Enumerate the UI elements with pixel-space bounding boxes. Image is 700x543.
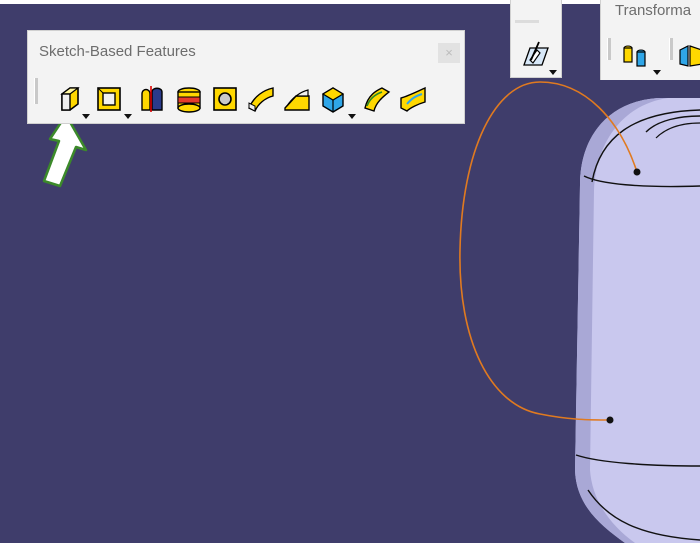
pocket-icon[interactable] xyxy=(94,84,124,114)
toolbar-separator xyxy=(669,38,673,60)
translation-dropdown-icon[interactable] xyxy=(653,70,661,75)
3d-viewport[interactable]: Sketch-Based Features × Transforma xyxy=(0,0,700,543)
close-icon[interactable]: × xyxy=(438,43,460,63)
sketch-icon[interactable] xyxy=(521,38,551,68)
slot-icon[interactable] xyxy=(282,84,312,114)
spline-end-point[interactable] xyxy=(606,416,614,424)
rib-icon[interactable] xyxy=(246,84,276,114)
toolbar-grip[interactable] xyxy=(607,38,611,60)
pad-icon[interactable] xyxy=(54,84,84,114)
toolbar-title: Transforma xyxy=(615,2,692,19)
stiffener-dropdown-icon[interactable] xyxy=(348,114,356,119)
green-pointer-arrow-icon xyxy=(42,113,88,188)
multi-sections-solid-icon[interactable] xyxy=(362,84,392,114)
toolbar-grip[interactable] xyxy=(515,20,539,23)
transformations-toolbar[interactable]: Transforma xyxy=(600,0,700,80)
sketcher-toolbar[interactable] xyxy=(510,0,562,78)
stiffener-icon[interactable] xyxy=(318,84,348,114)
pocket-dropdown-icon[interactable] xyxy=(124,114,132,119)
groove-icon[interactable] xyxy=(174,84,204,114)
spline-start-point[interactable] xyxy=(633,168,641,176)
sketch-dropdown-icon[interactable] xyxy=(549,70,557,75)
pad-dropdown-icon[interactable] xyxy=(82,114,90,119)
toolbar-icons xyxy=(48,84,468,119)
top-window-strip xyxy=(0,0,700,4)
toolbar-grip[interactable] xyxy=(34,78,38,104)
toolbar-title: Sketch-Based Features xyxy=(39,43,196,60)
translation-icon[interactable] xyxy=(619,40,649,70)
hole-icon[interactable] xyxy=(210,84,240,114)
shaft-icon[interactable] xyxy=(138,84,168,114)
mirror-icon[interactable] xyxy=(677,40,700,70)
removed-multi-sections-solid-icon[interactable] xyxy=(398,84,428,114)
sketch-based-features-toolbar[interactable]: Sketch-Based Features × xyxy=(27,30,465,124)
